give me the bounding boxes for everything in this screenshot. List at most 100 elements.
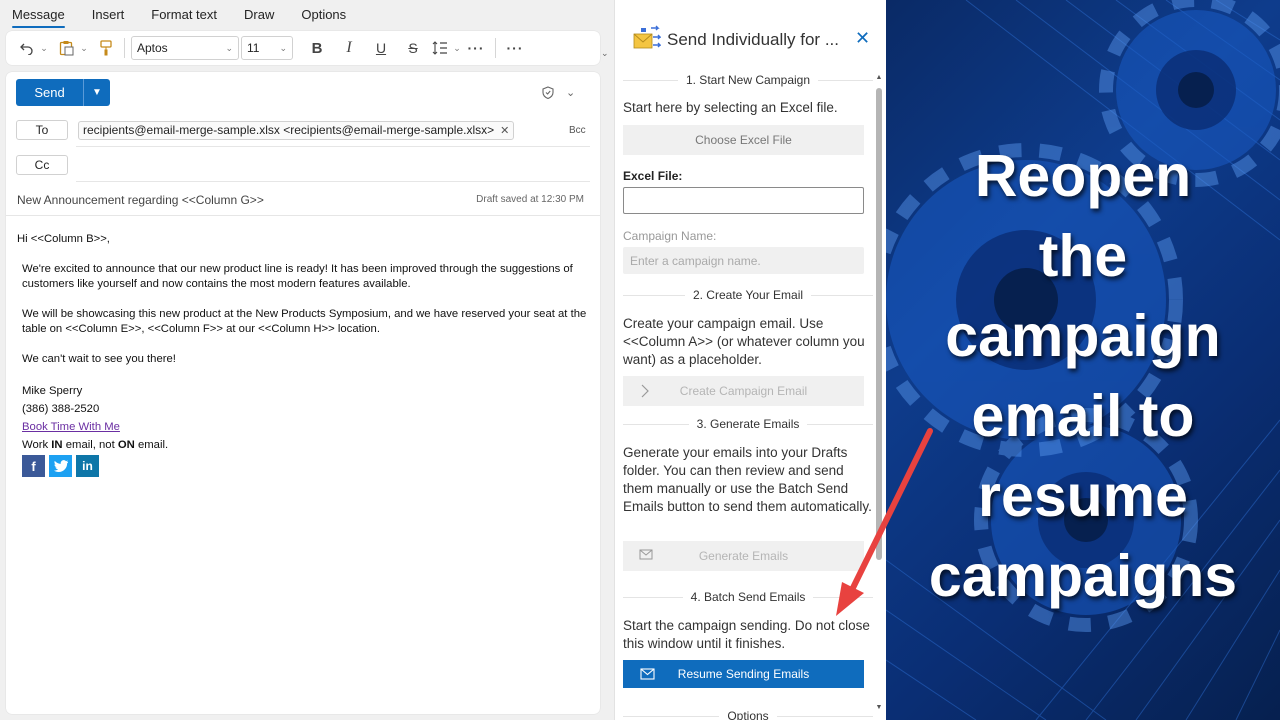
create-campaign-email-button[interactable]: Create Campaign Email xyxy=(623,376,864,406)
chevron-down-icon[interactable]: ⌄ xyxy=(38,35,50,61)
scroll-down-icon[interactable]: ▼ xyxy=(875,704,883,711)
body-paragraph: We're excited to announce that our new p… xyxy=(22,263,573,290)
signature-phone: (386) 388-2520 xyxy=(22,403,100,415)
ribbon-collapse-icon[interactable]: ⌄ xyxy=(601,48,609,59)
more-formatting-icon[interactable]: ··· xyxy=(463,35,489,61)
generate-emails-button[interactable]: Generate Emails xyxy=(623,541,864,571)
to-button[interactable]: To xyxy=(16,120,68,140)
section-title: 3. Generate Emails xyxy=(696,417,800,431)
body-paragraph: We can't wait to see you there! xyxy=(22,353,176,365)
formatting-toolbar: ⌄ ⌄ Aptos ⌄ 11 ⌄ B I U S ⌄ ··· ··· xyxy=(6,31,600,65)
promo-banner: Reopen the campaign email to resume camp… xyxy=(886,0,1280,720)
send-options-button[interactable]: ▼ xyxy=(83,79,110,106)
addin-title: Send Individually for ... xyxy=(667,30,839,49)
tagline-bold: IN xyxy=(51,439,63,451)
cc-button[interactable]: Cc xyxy=(16,155,68,175)
facebook-icon[interactable]: f xyxy=(22,455,45,477)
addin-pane: Send Individually for ... ✕ 1. Start New… xyxy=(614,0,886,720)
strikethrough-icon[interactable]: S xyxy=(397,35,429,61)
tab-draw[interactable]: Draw xyxy=(244,7,274,22)
headline-line: email to xyxy=(971,383,1195,449)
bcc-button[interactable]: Bcc xyxy=(569,125,586,136)
line-spacing-icon[interactable] xyxy=(429,35,451,61)
campaign-name-input[interactable]: Enter a campaign name. xyxy=(623,247,864,274)
shield-icon xyxy=(542,86,554,99)
chevron-down-icon: ⌄ xyxy=(225,42,233,53)
section-title: 4. Batch Send Emails xyxy=(690,590,806,604)
mail-generate-icon xyxy=(639,549,653,560)
excel-file-input[interactable] xyxy=(623,187,864,214)
mail-send-icon xyxy=(640,668,655,680)
headline-line: the xyxy=(1038,223,1128,289)
twitter-icon[interactable] xyxy=(49,455,72,477)
resume-sending-button[interactable]: Resume Sending Emails xyxy=(623,660,864,688)
signature-name: Mike Sperry xyxy=(22,385,83,397)
scroll-up-icon[interactable]: ▲ xyxy=(875,74,883,81)
remove-recipient-icon[interactable]: ✕ xyxy=(500,124,509,137)
section-title: Options xyxy=(727,709,769,720)
format-painter-icon[interactable] xyxy=(94,35,118,61)
chevron-down-icon[interactable]: ⌄ xyxy=(78,35,90,61)
chevron-down-icon[interactable]: ⌄ xyxy=(451,35,463,61)
addin-scrollbar[interactable]: ▲ ▼ xyxy=(875,74,883,714)
cc-row: Cc xyxy=(16,155,68,175)
section-title: 1. Start New Campaign xyxy=(685,73,811,87)
booking-link[interactable]: Book Time With Me xyxy=(22,421,120,433)
recipient-chip[interactable]: recipients@email-merge-sample.xlsx <reci… xyxy=(78,120,515,140)
addin-content: 1. Start New Campaign Start here by sele… xyxy=(615,62,877,720)
to-row: To recipients@email-merge-sample.xlsx <r… xyxy=(16,120,515,140)
excel-file-label: Excel File: xyxy=(623,169,683,183)
font-size-select[interactable]: 11 ⌄ xyxy=(241,36,293,60)
button-label: Generate Emails xyxy=(698,549,789,563)
signature-tagline: Work IN email, not ON email. xyxy=(22,436,587,454)
bold-icon[interactable]: B xyxy=(301,35,333,61)
choose-excel-button[interactable]: Choose Excel File xyxy=(623,125,864,155)
campaign-name-label: Campaign Name: xyxy=(623,229,717,243)
start-instructions: Start here by selecting an Excel file. xyxy=(623,100,838,115)
message-body[interactable]: Hi <<Column B>>, We're excited to announ… xyxy=(17,232,587,477)
tagline-bold: ON xyxy=(117,439,135,451)
body-paragraph: We will be showcasing this new product a… xyxy=(22,308,587,335)
toolbar-divider xyxy=(495,38,496,58)
tab-insert[interactable]: Insert xyxy=(92,7,125,22)
cc-divider xyxy=(76,181,590,182)
toolbar-divider xyxy=(124,38,125,58)
compose-pane: Send ▼ ⌄ To recipients@email-merge-sampl… xyxy=(6,72,600,714)
italic-icon[interactable]: I xyxy=(333,35,365,61)
tab-options[interactable]: Options xyxy=(301,7,346,22)
email-composer: Message Insert Format text Draw Options … xyxy=(0,0,614,720)
underline-icon[interactable]: U xyxy=(365,35,397,61)
subject-divider xyxy=(6,215,600,216)
font-size-value: 11 xyxy=(247,41,260,55)
generate-instructions: Generate your emails into your Drafts fo… xyxy=(623,445,872,514)
chevron-down-icon: ▼ xyxy=(92,87,102,98)
tagline-text: Work xyxy=(22,439,52,451)
scroll-thumb[interactable] xyxy=(876,88,882,560)
more-options-icon[interactable]: ··· xyxy=(502,35,528,61)
section-batch-send: 4. Batch Send Emails xyxy=(623,590,873,604)
font-family-select[interactable]: Aptos ⌄ xyxy=(131,36,239,60)
undo-icon[interactable] xyxy=(16,35,38,61)
tab-message[interactable]: Message xyxy=(12,7,65,28)
ribbon-tabs: Message Insert Format text Draw Options xyxy=(0,0,614,28)
section-options: Options xyxy=(623,709,873,720)
create-instructions: Create your campaign email. Use <<Column… xyxy=(623,316,865,367)
headline-line: resume xyxy=(978,463,1188,529)
headline-line: campaign xyxy=(945,303,1221,369)
section-start-campaign: 1. Start New Campaign xyxy=(623,73,873,87)
section-generate-emails: 3. Generate Emails xyxy=(623,417,873,431)
button-label: Create Campaign Email xyxy=(679,384,808,398)
sensitivity-control[interactable]: ⌄ xyxy=(542,86,575,99)
addin-logo-icon xyxy=(633,25,661,49)
linkedin-icon[interactable]: in xyxy=(76,455,99,477)
paste-icon[interactable] xyxy=(54,35,78,61)
chevron-down-icon: ⌄ xyxy=(566,87,576,99)
greeting: Hi <<Column B>>, xyxy=(17,233,110,245)
tagline-text: email. xyxy=(134,439,169,451)
tab-format-text[interactable]: Format text xyxy=(151,7,217,22)
close-icon[interactable]: ✕ xyxy=(855,28,870,49)
signature: Mike Sperry (386) 388-2520 Book Time Wit… xyxy=(17,382,587,454)
send-button[interactable]: Send xyxy=(16,79,83,106)
addin-header: Send Individually for ... ✕ xyxy=(615,0,887,62)
subject-field[interactable]: New Announcement regarding <<Column G>> xyxy=(17,193,264,207)
